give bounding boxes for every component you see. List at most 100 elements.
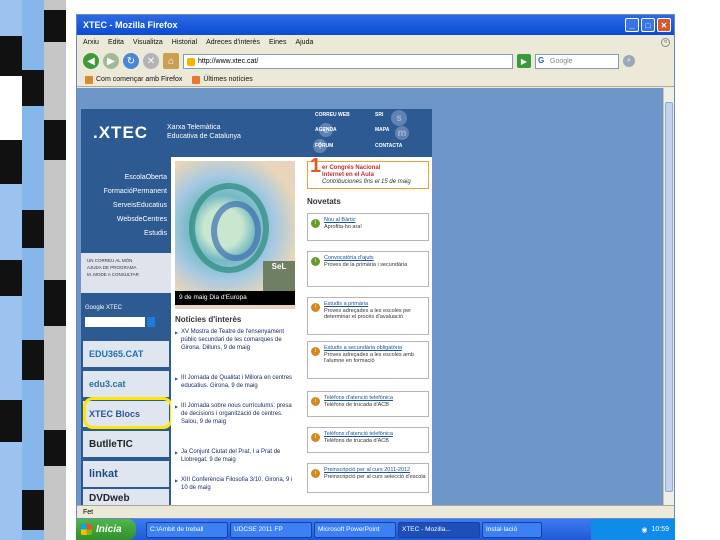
header-link-forum[interactable]: FÒRUM	[315, 143, 333, 149]
novetat-text: Proves adreçades a les escoles per deter…	[324, 307, 412, 321]
maximize-button[interactable]: □	[641, 18, 655, 32]
novetat-icon: i	[311, 303, 320, 312]
scrollbar-thumb[interactable]	[665, 102, 673, 492]
congress-line: er Congrés Nacional	[322, 165, 381, 171]
menu-help[interactable]: Ajuda	[295, 39, 313, 46]
novetat-card[interactable]: i Convocatòria d'ajuts Proves de la primàr…	[307, 251, 429, 287]
header-link-sri[interactable]: SRI	[375, 112, 383, 118]
news-item[interactable]: XIII Conferència Filosofia 3/10. Girona,…	[175, 477, 295, 493]
rss-icon	[192, 75, 201, 84]
xtec-header: s m c f .XTEC Xarxa Telemàtica Educativa…	[81, 109, 432, 157]
news-item[interactable]: III Jornada sobre nous currículums: pres…	[175, 403, 295, 426]
home-icon[interactable]: ⌂	[163, 53, 179, 69]
bookmark-label: Últimes notícies	[203, 76, 253, 83]
banner-edu365[interactable]: EDU365.CAT	[83, 341, 169, 367]
reload-icon[interactable]: ↻	[123, 53, 139, 69]
google-xtec-input[interactable]	[85, 317, 145, 327]
menu-file[interactable]: Arxiu	[83, 39, 99, 46]
novetat-card[interactable]: i Estudis a secundària obligatòria Proves …	[307, 341, 429, 379]
novetat-card[interactable]: i Estudis a primària Proves adreçades a le…	[307, 297, 429, 335]
novetat-text: Preinscripció per al curs selecció d'esc…	[324, 473, 426, 480]
novetats-title: Novetats	[307, 197, 341, 206]
novetat-card[interactable]: i Nou al Bàrtic Aprofita-ho ara!	[307, 213, 429, 241]
menu-view[interactable]: Visualitza	[133, 39, 163, 46]
bookmark-icon	[85, 75, 93, 84]
search-icon[interactable]: ⌕	[623, 55, 635, 67]
left-navigation: EscolaOberta1 FormacióPermanent2 Serveis…	[81, 157, 183, 507]
novetat-icon: i	[311, 257, 320, 266]
taskbar-task[interactable]: UDCSE 2011 FP	[230, 521, 312, 538]
xtec-subtitle: Xarxa Telemàtica Educativa de Catalunya	[167, 123, 241, 141]
vertical-scrollbar[interactable]	[663, 88, 674, 507]
nav-escola-oberta[interactable]: EscolaOberta1	[81, 171, 183, 185]
throbber-icon: ○	[661, 37, 670, 47]
quick-links-box: UN CORREU AL MÓN AJUDA DE PROGRAMA M. MO…	[81, 253, 171, 293]
menu-edit[interactable]: Edita	[108, 39, 124, 46]
featured-caption: 9 de maig Dia d'Europa	[175, 291, 295, 305]
congress-line: Contribuciones fins el 15 de maig	[322, 179, 411, 185]
clock: 10:59	[651, 526, 669, 533]
news-item[interactable]: III Jornada de Qualitat i Millora en cen…	[175, 375, 295, 391]
news-item[interactable]: XV Mostra de Teatre de l'ensenyament púb…	[175, 329, 295, 352]
novetat-card[interactable]: i Telèfons d'atenció telefònica Telèfons d…	[307, 391, 429, 417]
novetat-text: Proves adreçades a les escoles amb l'alu…	[324, 351, 414, 365]
bookmark-latest-news[interactable]: Últimes notícies	[192, 75, 253, 84]
novetat-icon: i	[311, 433, 320, 442]
url-input[interactable]: http://www.xtec.cat/	[183, 53, 513, 69]
header-link-contact[interactable]: CONTACTA	[375, 143, 402, 149]
nav-label: EscolaOberta	[124, 174, 167, 181]
google-xtec-search-button[interactable]	[147, 317, 155, 327]
bookmark-getting-started[interactable]: Com començar amb Firefox	[85, 75, 182, 84]
deco-letter: s	[391, 110, 407, 126]
header-link-map[interactable]: MAPA	[375, 127, 389, 133]
header-link-agenda[interactable]: AGENDA	[315, 127, 337, 133]
close-button[interactable]: ✕	[657, 18, 671, 32]
menu-bookmarks[interactable]: Adreces d'interès	[206, 39, 260, 46]
novetat-card[interactable]: i Telèfons d'atenció telefònica Telèfons d…	[307, 427, 429, 453]
quick-link[interactable]: M. MODE A CONSULTAR	[87, 271, 171, 278]
novetat-card[interactable]: i Preinscripció per al curs 2011-2012 Prei…	[307, 463, 429, 493]
taskbar-task[interactable]: C:\Ambit de treball	[146, 521, 228, 538]
banner-butlletic[interactable]: ButlleTIC	[83, 431, 169, 457]
minimize-button[interactable]: _	[625, 18, 639, 32]
status-bar: Fet	[77, 505, 674, 518]
slide-decoration	[0, 0, 66, 540]
xtec-logo[interactable]: .XTEC	[93, 123, 148, 143]
header-link-webmail[interactable]: CORREU WEB	[315, 112, 350, 118]
middle-column: SeL 9 de maig Dia d'Europa Notícies d'in…	[171, 157, 301, 507]
quick-link[interactable]: UN CORREU AL MÓN	[87, 257, 171, 264]
back-arrow-icon[interactable]: ◀	[83, 53, 99, 69]
taskbar-task[interactable]: XTEC - Mozilla...	[398, 521, 480, 538]
news-item[interactable]: Ja Conjunt Ciutat del Prat, I a Prat de …	[175, 449, 295, 465]
nav-label: FormacióPermanent	[103, 188, 167, 195]
menu-tools[interactable]: Eines	[269, 39, 287, 46]
xtec-subtitle-line: Xarxa Telemàtica	[167, 124, 221, 131]
navigation-toolbar: ◀ ▶ ↻ ✕ ⌂ http://www.xtec.cat/ ▶ Google …	[77, 49, 674, 73]
novetat-icon: i	[311, 347, 320, 356]
banner-linkat[interactable]: linkat	[83, 461, 169, 487]
quick-link[interactable]: AJUDA DE PROGRAMA	[87, 264, 171, 271]
search-input[interactable]: Google	[535, 53, 619, 69]
nav-formacio-permanent[interactable]: FormacióPermanent2	[81, 185, 183, 199]
nav-webs-de-centres[interactable]: WebsdeCentres4	[81, 213, 183, 227]
page-viewport: s m c f .XTEC Xarxa Telemàtica Educativa…	[77, 88, 665, 507]
menu-history[interactable]: Historial	[172, 39, 197, 46]
nav-serveis-educatius[interactable]: ServeisEducatius3	[81, 199, 183, 213]
right-column: 1 er Congrés Nacional Internet en el Aul…	[303, 156, 432, 507]
start-button[interactable]: Inicia	[76, 519, 136, 540]
stop-icon[interactable]: ✕	[143, 53, 159, 69]
tray-icon[interactable]: ◉	[641, 526, 647, 534]
taskbar-task[interactable]: Instal·lació	[482, 521, 542, 538]
slide-stage: XTEC - Mozilla Firefox _ □ ✕ Arxiu Edita…	[0, 0, 720, 540]
taskbar-task[interactable]: Microsoft PowerPoint	[314, 521, 396, 538]
menu-bar: Arxiu Edita Visualitza Historial Adreces…	[77, 35, 674, 49]
nav-estudis[interactable]: Estudis5	[81, 227, 183, 241]
congress-banner[interactable]: 1 er Congrés Nacional Internet en el Aul…	[307, 156, 429, 189]
banner-edu3[interactable]: edu3.cat	[83, 371, 169, 397]
forward-arrow-icon[interactable]: ▶	[103, 53, 119, 69]
congress-line: Internet en el Aula	[322, 172, 374, 178]
sel-badge: SeL	[263, 261, 295, 291]
nav-label: Estudis	[144, 230, 167, 237]
novetat-text: Telèfons de trucada d'ACB	[324, 437, 389, 444]
go-button[interactable]: ▶	[517, 54, 531, 68]
